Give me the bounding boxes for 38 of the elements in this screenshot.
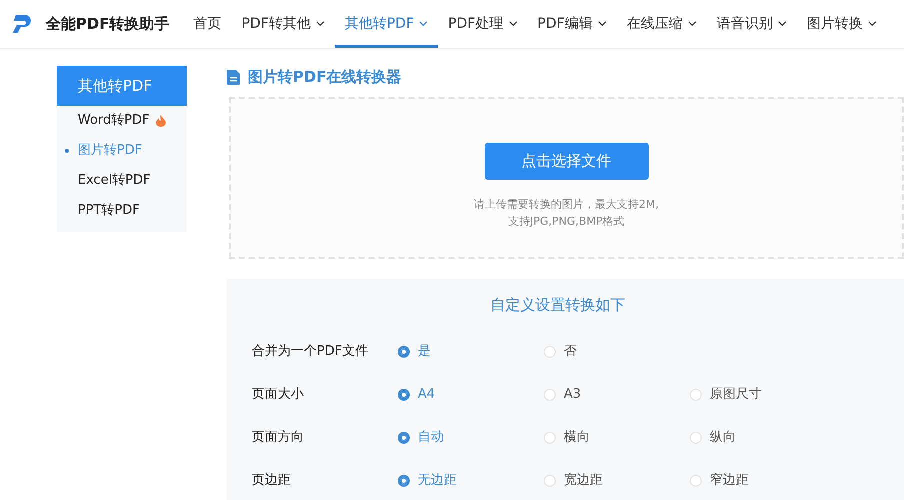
page-title: 图片转PDF在线转换器 <box>248 67 402 88</box>
nav-tab[interactable]: PDF编辑 <box>528 0 617 48</box>
sidebar-item[interactable]: PPT转PDF <box>57 196 187 226</box>
option-label: 宽边距 <box>564 472 603 490</box>
radio-button[interactable] <box>398 474 410 486</box>
option-label: 无边距 <box>418 472 457 490</box>
option-label: 原图尺寸 <box>710 386 762 404</box>
option-label: 是 <box>418 342 431 361</box>
logo-icon <box>12 13 32 35</box>
radio-button[interactable] <box>398 432 410 444</box>
document-icon <box>227 70 240 85</box>
setting-label: 合并为一个PDF文件 <box>252 342 370 361</box>
nav-tab[interactable]: 在线压缩 <box>616 0 707 48</box>
settings-title: 自定义设置转换如下 <box>490 294 626 316</box>
nav-tab[interactable]: 其他转PDF <box>334 0 438 48</box>
nav-tab[interactable]: PDF处理 <box>438 0 528 48</box>
setting-label: 页边距 <box>252 472 292 490</box>
option-label: A3 <box>564 386 582 404</box>
option-label: 纵向 <box>710 428 736 447</box>
upload-hint: 支持JPG,PNG,BMP格式 <box>508 214 625 230</box>
setting-label: 页面方向 <box>252 428 305 447</box>
option-label: A4 <box>418 386 436 404</box>
option-label: 窄边距 <box>710 472 749 490</box>
brand-name: 全能PDF转换助手 <box>46 14 170 35</box>
radio-button[interactable] <box>398 388 410 400</box>
nav-tab[interactable]: PDF转其他 <box>232 0 335 48</box>
option-label: 自动 <box>418 428 444 447</box>
option-label: 横向 <box>564 428 590 447</box>
upload-hint: 请上传需要转换的图片，最大支持2M, <box>474 196 659 212</box>
nav-tab[interactable]: 语音识别 <box>706 0 797 48</box>
sidebar-item[interactable]: Excel转PDF <box>57 166 187 196</box>
nav-tab[interactable]: 首页 <box>184 0 232 48</box>
sidebar-title: 其他转PDF <box>57 66 187 106</box>
nav-tab[interactable]: 图片转换 <box>796 0 887 48</box>
radio-button[interactable] <box>398 346 410 358</box>
setting-label: 页面大小 <box>252 386 305 404</box>
sidebar-item[interactable]: Word转PDF <box>57 106 187 136</box>
option-label: 否 <box>564 342 577 361</box>
